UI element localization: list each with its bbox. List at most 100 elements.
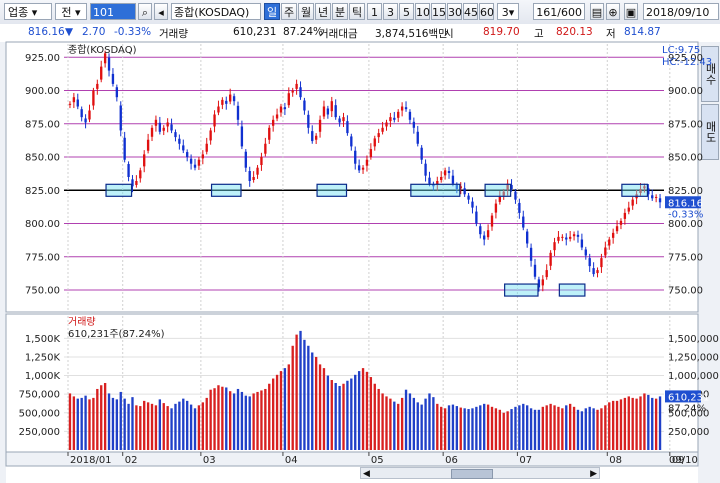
volume-bar <box>139 406 142 450</box>
volume-bar <box>568 403 572 450</box>
candle-body <box>334 105 337 118</box>
volume-bar <box>588 406 591 450</box>
volume-bar <box>541 406 544 450</box>
scroll-right-icon[interactable]: ▶ <box>590 469 597 479</box>
volume-bar <box>654 398 658 450</box>
volume-bar <box>627 396 630 450</box>
candle-body <box>154 119 158 126</box>
volume-bar <box>490 406 494 450</box>
volume-bar <box>322 368 326 450</box>
volume-bar <box>225 387 228 450</box>
candle-body <box>654 196 658 198</box>
last-volume-pct: 87.24% <box>668 403 706 414</box>
volume-bar <box>287 364 290 450</box>
volume-last-text: 610,231주(87.24%) <box>68 329 165 340</box>
candle-body <box>143 154 146 167</box>
candle-body <box>494 203 498 213</box>
volume-bar <box>483 403 486 450</box>
volume-bar <box>459 407 462 450</box>
volume-bar <box>357 371 361 450</box>
volume-bar <box>545 405 548 450</box>
candle-body <box>100 66 103 80</box>
candle-body <box>451 175 455 184</box>
volume-bar <box>135 405 138 450</box>
volume-bar <box>381 393 384 450</box>
volume-bar <box>232 393 236 450</box>
candle-body <box>221 99 224 105</box>
volume-bar <box>537 409 541 450</box>
volume-bar <box>420 404 423 450</box>
candle-body <box>186 152 189 158</box>
candle-body <box>572 234 576 237</box>
candle-body <box>287 93 290 106</box>
candle-body <box>252 177 255 180</box>
volume-bar <box>514 406 517 450</box>
volume-bar <box>103 383 107 450</box>
volume-bar <box>404 389 408 450</box>
volume-bar <box>100 385 103 450</box>
volume-bar <box>440 406 443 450</box>
candle-body <box>658 198 662 203</box>
candle-body <box>623 212 627 219</box>
volume-bar <box>236 388 240 450</box>
volume-bar <box>651 397 654 450</box>
volume-bar <box>369 377 373 450</box>
candle-body <box>533 264 537 277</box>
volume-bar <box>162 403 165 450</box>
price-tick-left: 925.00 <box>25 53 60 64</box>
candle-body <box>428 177 431 184</box>
volume-bar <box>463 408 466 450</box>
price-tick-right: 775.00 <box>668 252 703 263</box>
volume-bar <box>549 403 552 450</box>
volume-bar <box>158 399 162 450</box>
candle-body <box>447 171 451 174</box>
volume-bar <box>619 399 623 450</box>
candle-body <box>342 117 345 122</box>
volume-bar <box>361 368 365 450</box>
scroll-left-icon[interactable]: ◀ <box>363 469 370 479</box>
volume-bar <box>506 411 509 450</box>
volume-bar <box>518 405 521 450</box>
volume-bar <box>260 390 263 450</box>
candle-body <box>76 99 79 107</box>
candle-body <box>354 150 357 164</box>
volume-bar <box>283 368 287 450</box>
candle-body <box>576 234 580 237</box>
candle-body <box>611 232 615 238</box>
volume-bar <box>565 405 568 450</box>
volume-bar <box>393 401 396 450</box>
price-tick-left: 800.00 <box>25 219 60 230</box>
candle-body <box>651 195 654 199</box>
volume-bar <box>115 399 119 450</box>
candle-body <box>479 226 482 235</box>
candle-body <box>193 164 197 168</box>
candle-body <box>209 130 212 141</box>
volume-bar <box>350 378 353 450</box>
support-highlight-box <box>504 283 539 297</box>
candle-body <box>420 147 423 160</box>
volume-bar <box>186 400 189 450</box>
candle-body <box>615 226 619 232</box>
candle-body <box>123 137 126 160</box>
bottom-date: 09/10 <box>669 455 698 466</box>
candle-body <box>498 196 501 202</box>
candle-body <box>463 188 466 195</box>
candle-body <box>561 236 564 238</box>
x-tick-label: 07 <box>519 455 532 466</box>
volume-bar <box>592 408 595 450</box>
candle-body <box>483 235 486 240</box>
price-tick-left: 875.00 <box>25 119 60 130</box>
volume-bar <box>471 408 474 450</box>
candle-body <box>166 122 169 127</box>
volume-bar <box>639 396 642 450</box>
volume-bar <box>338 385 341 450</box>
scroll-thumb[interactable] <box>451 469 493 479</box>
volume-bar <box>119 391 122 450</box>
scrollbar[interactable]: ◀ ▶ <box>360 467 600 479</box>
support-highlight-box <box>210 183 242 197</box>
candle-body <box>271 119 275 126</box>
candle-body <box>68 103 72 105</box>
candle-body <box>518 202 521 213</box>
volume-bar <box>533 409 537 450</box>
volume-bar <box>307 345 310 450</box>
